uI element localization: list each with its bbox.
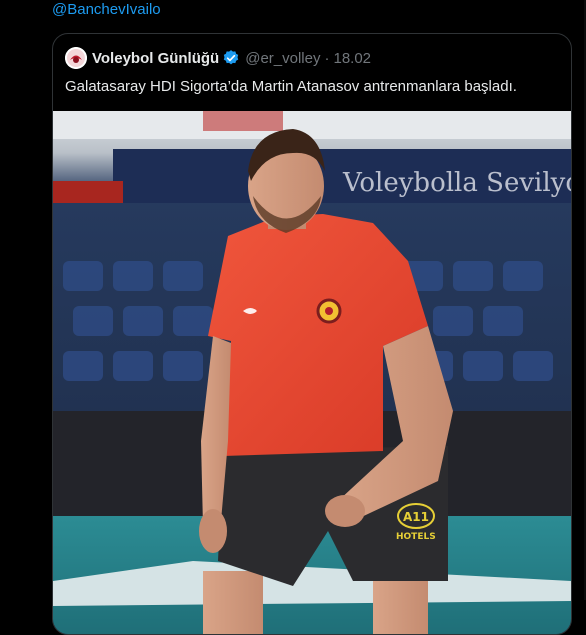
separator-dot: · bbox=[324, 49, 330, 67]
quoted-post[interactable]: Voleybol Günlüğü @er_volley · 18.02 Gala… bbox=[52, 33, 572, 635]
author-name[interactable]: Voleybol Günlüğü bbox=[92, 50, 219, 67]
sponsor-logo-text: A11 bbox=[403, 510, 429, 524]
avatar[interactable] bbox=[65, 47, 87, 69]
quoted-post-text: Galatasaray HDI Sigorta’da Martin Atanas… bbox=[65, 78, 517, 95]
post-timestamp[interactable]: 18.02 bbox=[333, 50, 371, 67]
post-photo[interactable]: Voleybolla Sevilyo A11 HOTELS bbox=[53, 111, 571, 634]
banner-text: Voleybolla Sevilyo bbox=[342, 168, 571, 198]
sponsor-hotels-text: HOTELS bbox=[396, 532, 436, 542]
quoted-post-header: Voleybol Günlüğü @er_volley · 18.02 bbox=[65, 46, 371, 70]
verified-badge-icon bbox=[222, 49, 240, 67]
mention-link[interactable]: @BanchevIvailo bbox=[52, 1, 161, 18]
author-handle[interactable]: @er_volley bbox=[245, 50, 320, 67]
